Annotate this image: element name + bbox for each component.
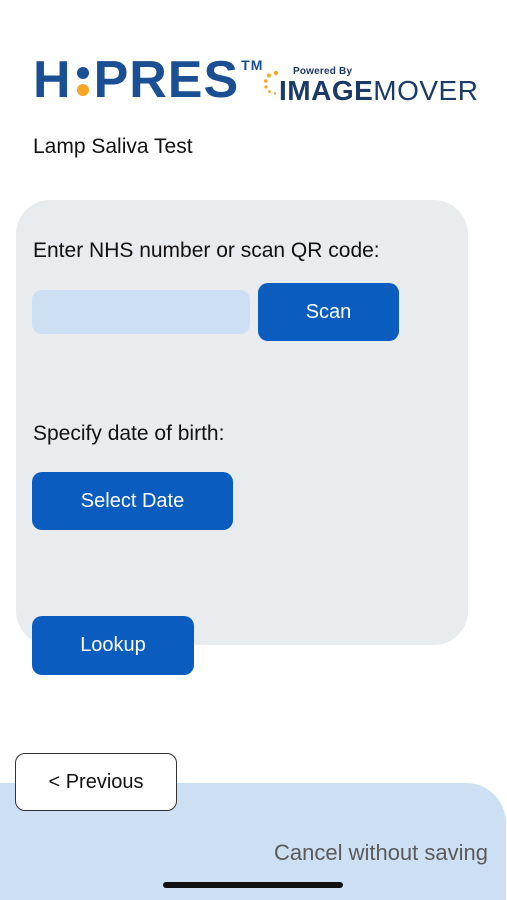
hipres-logo-h: H (33, 51, 72, 109)
imagemover-wordmark-light: MOVER (373, 75, 479, 106)
scan-button[interactable]: Scan (258, 283, 399, 341)
hipres-logo-trademark: TM (241, 57, 264, 73)
hipres-logo-dot-top (76, 67, 89, 79)
hipres-logo-dot-bottom (76, 84, 89, 96)
cancel-without-saving-link[interactable]: Cancel without saving (274, 840, 488, 866)
previous-button[interactable]: < Previous (15, 753, 177, 811)
header: H PRES TM Powered By IMAGEMOVER (33, 52, 483, 112)
lookup-button[interactable]: Lookup (32, 616, 194, 675)
nhs-number-label: Enter NHS number or scan QR code: (33, 239, 380, 262)
hipres-logo: H PRES TM (33, 52, 263, 108)
page-subtitle: Lamp Saliva Test (33, 135, 193, 158)
select-date-button[interactable]: Select Date (32, 472, 233, 530)
nhs-number-input[interactable] (32, 290, 250, 334)
home-indicator[interactable] (163, 882, 343, 888)
hipres-logo-pres: PRES (93, 51, 240, 109)
imagemover-wordmark: IMAGEMOVER (279, 76, 478, 106)
imagemover-wordmark-bold: IMAGE (279, 75, 374, 106)
date-of-birth-label: Specify date of birth: (33, 422, 225, 445)
hipres-logo-colon (74, 52, 92, 108)
imagemover-logo: Powered By IMAGEMOVER (263, 62, 478, 106)
